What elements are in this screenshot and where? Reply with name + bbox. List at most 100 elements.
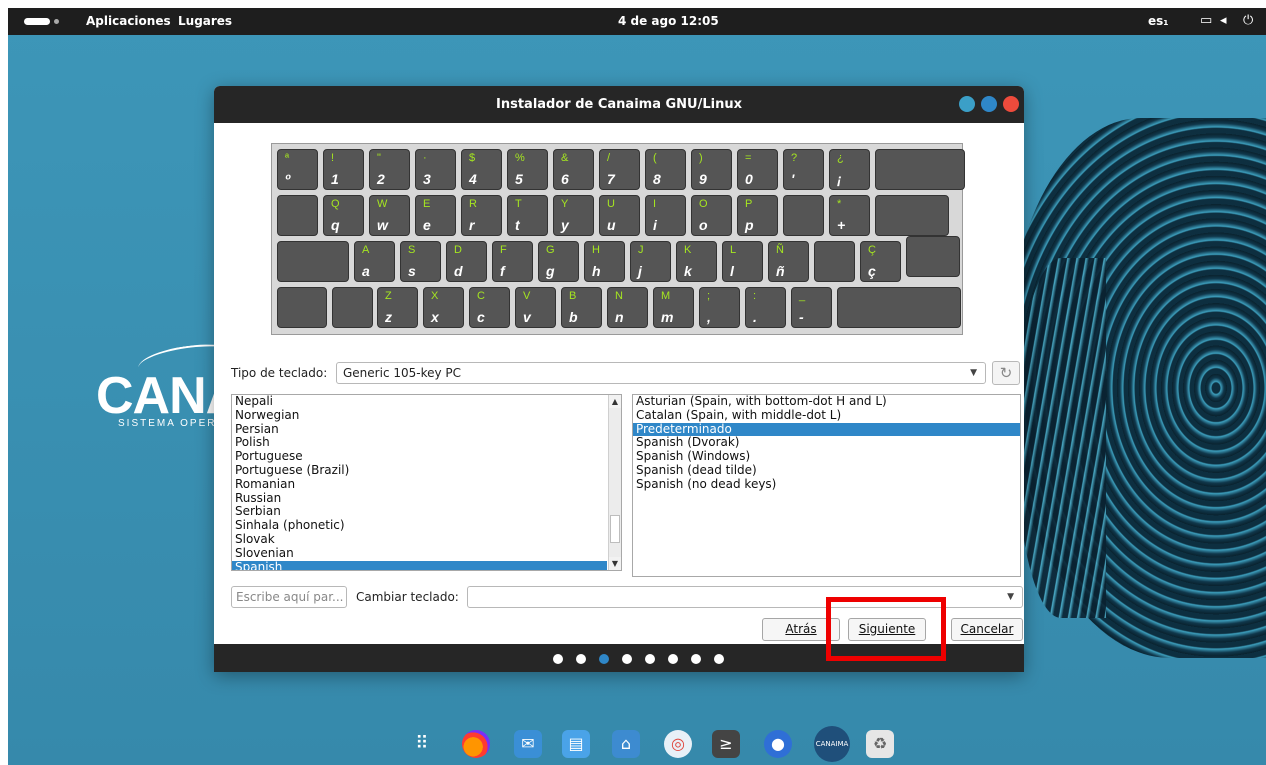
key-char: 1 xyxy=(331,171,339,187)
key-shift-char: % xyxy=(515,152,525,164)
key-shift-char: _ xyxy=(799,290,806,302)
settings-toggle-icon[interactable]: ● xyxy=(764,730,792,758)
cancel-button[interactable]: Cancelar xyxy=(951,618,1023,641)
key-shift-char: P xyxy=(745,198,753,210)
key-char: d xyxy=(454,263,463,279)
variant-list-item[interactable]: Spanish (Dvorak) xyxy=(633,436,1020,450)
key-shift-char: ª xyxy=(285,152,290,164)
variant-list[interactable]: Asturian (Spain, with bottom-dot H and L… xyxy=(632,394,1021,577)
key: Uu xyxy=(599,195,640,236)
key-char: v xyxy=(523,309,531,325)
key-char: a xyxy=(362,263,370,279)
progress-step-dot xyxy=(714,654,724,664)
key-char: k xyxy=(684,263,692,279)
power-icon[interactable]: ⏻ xyxy=(1243,13,1253,28)
language-list-item[interactable]: Persian xyxy=(232,422,607,437)
caps-lock-key xyxy=(277,241,349,282)
variant-list-item[interactable]: Predeterminado xyxy=(633,422,1020,437)
variant-list-item[interactable]: Spanish (dead tilde) xyxy=(633,463,1020,478)
close-button[interactable] xyxy=(1003,96,1019,112)
reset-keyboard-button[interactable]: ↻ xyxy=(992,361,1020,385)
key-char: 8 xyxy=(653,171,661,187)
key-shift-char: S xyxy=(408,244,416,256)
canaima-installer-icon[interactable]: CANAIMA xyxy=(814,726,850,762)
apps-grid-icon[interactable]: ⠿ xyxy=(408,730,436,758)
key: Bb xyxy=(561,287,602,328)
variant-list-item[interactable]: Catalan (Spain, with middle-dot L) xyxy=(633,408,1020,423)
key-char: o xyxy=(699,217,708,233)
language-list[interactable]: Nepali Norwegian Persian Polish Portuguese Po… xyxy=(231,394,622,571)
language-list-item[interactable]: Spanish xyxy=(232,560,607,570)
key-shift-char: ¿ xyxy=(837,152,844,164)
minimize-button[interactable] xyxy=(959,96,975,112)
key: Ww xyxy=(369,195,410,236)
key-char: z xyxy=(385,309,392,325)
language-list-item[interactable]: Serbian xyxy=(232,505,607,519)
progress-step-dot xyxy=(691,654,701,664)
input-method-indicator[interactable]: es₁ xyxy=(1148,14,1169,28)
language-list-item[interactable]: Polish xyxy=(232,436,607,450)
key-char: 6 xyxy=(561,171,569,187)
key-shift-char: ) xyxy=(699,152,703,164)
key: Zz xyxy=(377,287,418,328)
text-editor-icon[interactable]: ▤ xyxy=(562,730,590,758)
variant-list-item[interactable]: Asturian (Spain, with bottom-dot H and L… xyxy=(633,395,1020,409)
files-icon[interactable]: ⌂ xyxy=(612,730,640,758)
key-shift-char: Q xyxy=(331,198,340,210)
language-list-item[interactable]: Romanian xyxy=(232,477,607,492)
key: Rr xyxy=(461,195,502,236)
key: Vv xyxy=(515,287,556,328)
terminal-icon[interactable]: ≥ xyxy=(712,730,740,758)
trash-icon[interactable]: ♻ xyxy=(866,730,894,758)
mail-icon[interactable]: ✉ xyxy=(514,730,542,758)
key: Mm xyxy=(653,287,694,328)
key: Ll xyxy=(722,241,763,282)
screen-icon[interactable]: ▭ xyxy=(1200,13,1212,28)
keyboard-type-select[interactable]: Generic 105-key PC ▼ xyxy=(336,362,986,384)
key-shift-char: / xyxy=(607,152,611,164)
progress-step-dot xyxy=(553,654,563,664)
key-shift-char: O xyxy=(699,198,708,210)
clock[interactable]: 4 de ago 12:05 xyxy=(618,14,719,28)
language-list-item[interactable]: Russian xyxy=(232,491,607,506)
language-list-scrollbar[interactable]: ▲ ▼ xyxy=(608,395,621,570)
key-char: e xyxy=(423,217,431,233)
key: Ññ xyxy=(768,241,809,282)
key-shift-char: J xyxy=(638,244,644,256)
maximize-button[interactable] xyxy=(981,96,997,112)
help-icon[interactable]: ◎ xyxy=(664,730,692,758)
key: $4 xyxy=(461,149,502,190)
scroll-down-icon[interactable]: ▼ xyxy=(609,557,621,570)
key-shift-char: ; xyxy=(707,290,711,302)
scroll-up-icon[interactable]: ▲ xyxy=(609,395,621,408)
key: " 2 xyxy=(369,149,410,190)
workspace-indicator-icon[interactable] xyxy=(24,18,50,25)
language-list-item[interactable]: Portuguese (Brazil) xyxy=(232,463,607,478)
key: :. xyxy=(745,287,786,328)
enter-key-lower xyxy=(906,236,960,277)
key-char: u xyxy=(607,217,616,233)
key-char: . xyxy=(753,309,757,325)
language-list-item[interactable]: Slovenian xyxy=(232,546,607,561)
language-list-item[interactable]: Portuguese xyxy=(232,449,607,464)
applications-menu[interactable]: Aplicaciones xyxy=(86,14,171,28)
workspace-dot-icon[interactable] xyxy=(54,19,59,24)
variant-list-item[interactable]: Spanish (no dead keys) xyxy=(633,477,1020,492)
volume-icon[interactable]: ◂ xyxy=(1220,13,1227,28)
firefox-icon[interactable] xyxy=(462,730,490,758)
scroll-thumb[interactable] xyxy=(610,515,620,543)
key: Nn xyxy=(607,287,648,328)
keyboard-search-input[interactable]: Escribe aquí par... xyxy=(231,586,347,608)
key: Ee xyxy=(415,195,456,236)
language-list-item[interactable]: Slovak xyxy=(232,532,607,547)
places-menu[interactable]: Lugares xyxy=(178,14,232,28)
key-shift-char: B xyxy=(569,290,577,302)
chevron-down-icon: ▼ xyxy=(970,368,977,378)
key-char: 4 xyxy=(469,171,477,187)
variant-list-item[interactable]: Spanish (Windows) xyxy=(633,449,1020,464)
language-list-item[interactable]: Norwegian xyxy=(232,408,607,423)
language-list-item[interactable]: Nepali xyxy=(232,395,607,409)
window-titlebar[interactable]: Instalador de Canaima GNU/Linux xyxy=(214,86,1024,123)
key: Hh xyxy=(584,241,625,282)
language-list-item[interactable]: Sinhala (phonetic) xyxy=(232,518,607,533)
